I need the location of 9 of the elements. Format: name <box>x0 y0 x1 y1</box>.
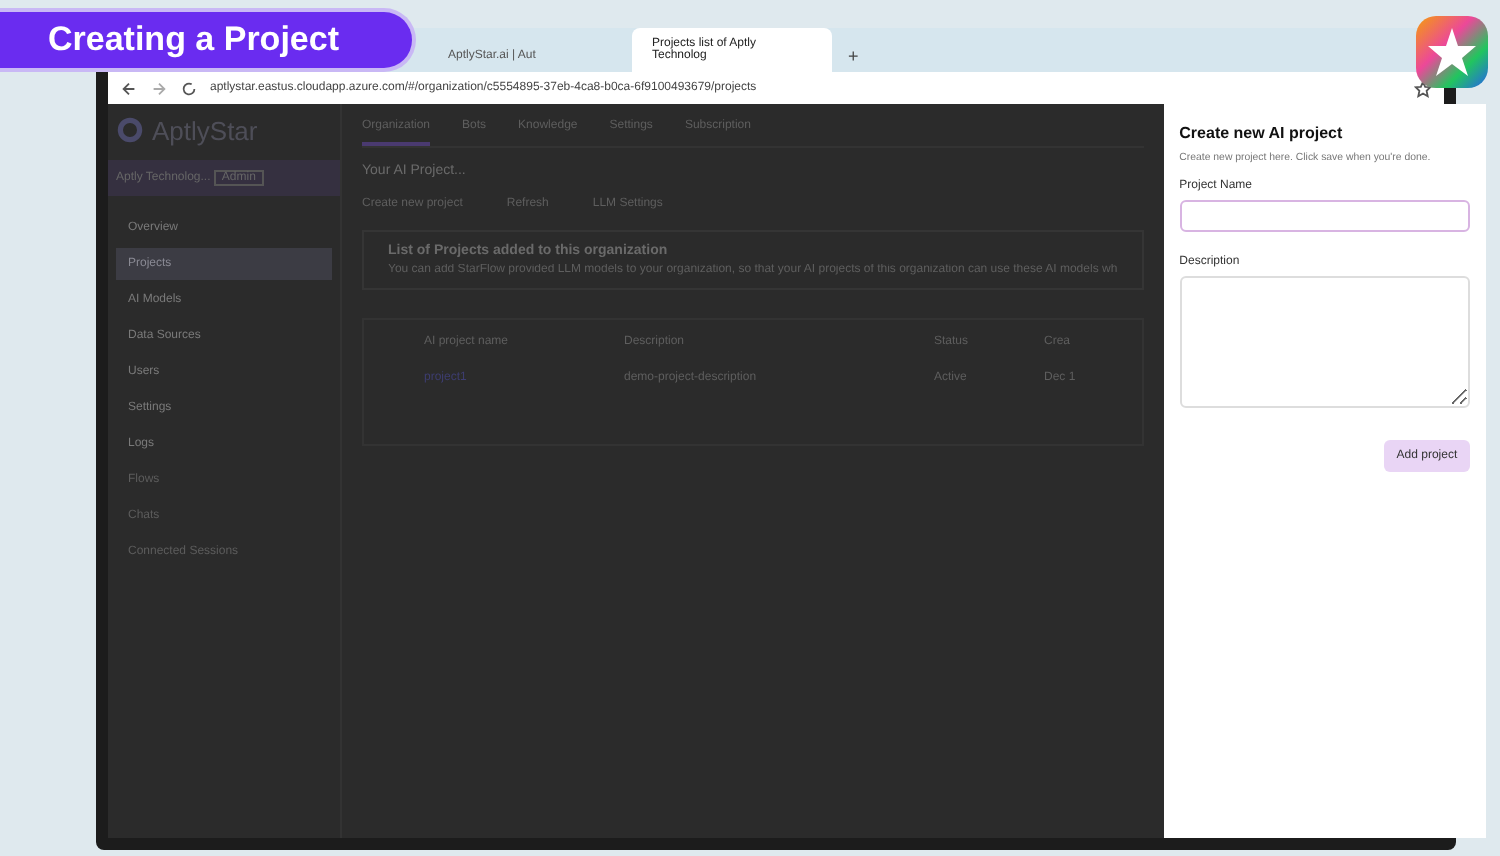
star-icon[interactable] <box>1414 79 1432 97</box>
new-tab-button[interactable]: + <box>836 40 871 72</box>
logo-ring-icon <box>116 116 144 144</box>
title-banner: Creating a Project <box>0 8 416 72</box>
back-arrow-icon[interactable] <box>120 79 138 97</box>
description-field[interactable] <box>1179 276 1470 408</box>
reload-icon[interactable] <box>180 79 198 97</box>
project-name-field[interactable] <box>1179 200 1470 232</box>
drawer-title: Create new AI project <box>1179 124 1345 142</box>
